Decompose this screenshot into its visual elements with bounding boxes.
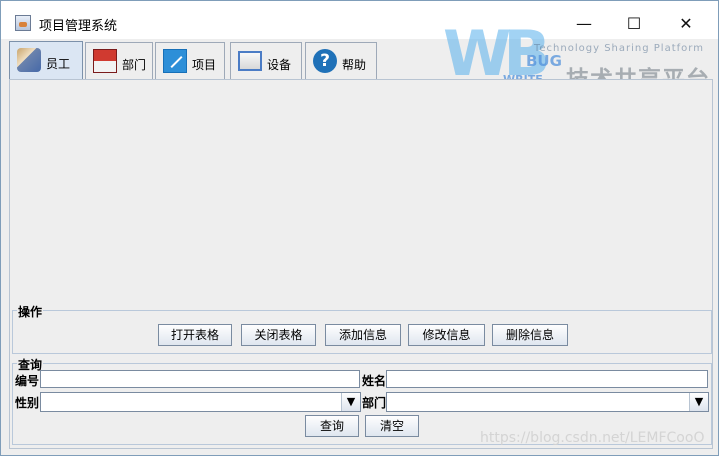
staff-icon bbox=[17, 48, 41, 72]
chevron-down-icon[interactable]: ▼ bbox=[341, 393, 360, 411]
tab-help-label: 帮助 bbox=[342, 58, 367, 72]
blog-url-watermark: https://blog.csdn.net/LEMFCooO bbox=[480, 430, 705, 446]
delete-info-button[interactable]: 删除信息 bbox=[492, 324, 568, 346]
department-icon bbox=[93, 49, 117, 73]
edit-info-button[interactable]: 修改信息 bbox=[408, 324, 485, 346]
tab-staff-label: 员工 bbox=[46, 57, 71, 71]
java-app-icon bbox=[15, 15, 31, 31]
tab-device-label: 设备 bbox=[267, 58, 292, 72]
application-window: 项目管理系统 — ☐ ✕ WB BUG WRITE Technology Sha… bbox=[0, 0, 719, 456]
employee-number-label: 编号 bbox=[15, 374, 40, 388]
employee-name-field[interactable] bbox=[386, 370, 708, 388]
employee-name-label: 姓名 bbox=[362, 374, 387, 388]
tab-department[interactable]: 部门 bbox=[85, 42, 153, 79]
window-title: 项目管理系统 bbox=[39, 19, 118, 34]
gender-label: 性别 bbox=[15, 396, 40, 410]
add-info-button[interactable]: 添加信息 bbox=[325, 324, 401, 346]
clear-button[interactable]: 清空 bbox=[365, 415, 419, 437]
close-table-button[interactable]: 关闭表格 bbox=[241, 324, 316, 346]
tab-department-label: 部门 bbox=[122, 58, 147, 72]
operations-legend: 操作 bbox=[17, 303, 44, 320]
tab-help[interactable]: ? 帮助 bbox=[305, 42, 377, 79]
help-icon: ? bbox=[313, 49, 337, 73]
chevron-down-icon[interactable]: ▼ bbox=[689, 393, 708, 411]
tab-device[interactable]: 设备 bbox=[230, 42, 302, 79]
project-icon bbox=[163, 49, 187, 73]
search-button[interactable]: 查询 bbox=[305, 415, 359, 437]
employee-number-field[interactable] bbox=[40, 370, 360, 388]
department-label: 部门 bbox=[362, 396, 387, 410]
department-select[interactable]: ▼ bbox=[386, 392, 709, 412]
minimize-button[interactable]: — bbox=[561, 10, 607, 38]
gender-select[interactable]: ▼ bbox=[40, 392, 361, 412]
operations-panel: 操作 打开表格 关闭表格 添加信息 修改信息 删除信息 bbox=[12, 303, 712, 354]
open-table-button[interactable]: 打开表格 bbox=[158, 324, 232, 346]
title-bar: 项目管理系统 — ☐ ✕ bbox=[1, 1, 718, 39]
close-button[interactable]: ✕ bbox=[663, 10, 709, 38]
main-tab-strip: 员工 部门 项目 设备 ? 帮助 bbox=[9, 41, 713, 80]
device-icon bbox=[238, 51, 262, 71]
maximize-button[interactable]: ☐ bbox=[611, 10, 657, 38]
tab-project-label: 项目 bbox=[192, 58, 217, 72]
tab-project[interactable]: 项目 bbox=[155, 42, 225, 79]
tab-staff[interactable]: 员工 bbox=[9, 41, 83, 80]
employee-tab-content: 操作 打开表格 关闭表格 添加信息 修改信息 删除信息 查询 编号 姓名 性别 … bbox=[9, 79, 713, 449]
